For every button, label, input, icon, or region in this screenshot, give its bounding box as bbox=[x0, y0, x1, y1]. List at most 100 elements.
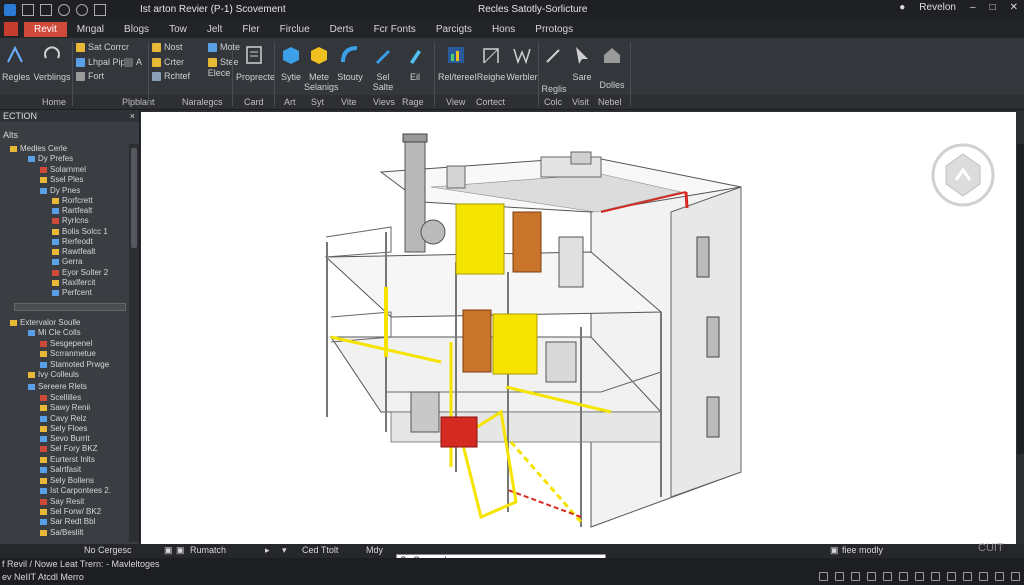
browser-tree-item[interactable]: Mi Cle Colls bbox=[28, 328, 81, 337]
panel-cortect[interactable]: Cortect bbox=[476, 97, 505, 107]
close-icon[interactable]: × bbox=[130, 111, 135, 121]
panel-card[interactable]: Card bbox=[244, 97, 264, 107]
lock-view-icon[interactable] bbox=[931, 572, 940, 581]
scale-icon[interactable] bbox=[819, 572, 828, 581]
tool-elece[interactable]: Elece bbox=[204, 68, 234, 78]
tab-derts[interactable]: Derts bbox=[320, 22, 364, 37]
formwork-lower[interactable] bbox=[492, 313, 538, 375]
tool-fort[interactable]: Fort bbox=[76, 71, 104, 81]
panel-home[interactable]: Home bbox=[42, 97, 66, 107]
panel-view[interactable]: View bbox=[446, 97, 465, 107]
browser-tree-item[interactable]: Ryrlcns bbox=[52, 216, 89, 225]
close-icon[interactable]: ✕ bbox=[1010, 2, 1018, 13]
temp-hide-icon[interactable] bbox=[947, 572, 956, 581]
tab-parcigts[interactable]: Parcigts bbox=[426, 22, 482, 37]
browser-tree-item[interactable]: Scellilles bbox=[40, 393, 81, 402]
nav-strip[interactable] bbox=[1017, 144, 1024, 454]
browser-tree-item[interactable]: Ssel Ples bbox=[40, 175, 83, 184]
browser-tree-item[interactable]: Bolis Solcc 1 bbox=[52, 227, 108, 236]
tool-reglis[interactable]: Reglis bbox=[540, 44, 568, 94]
browser-tree-item[interactable]: Sar Redt Bbl bbox=[40, 517, 95, 526]
save-icon[interactable] bbox=[40, 4, 52, 16]
browser-tree-item[interactable]: Dy Pnes bbox=[40, 186, 80, 195]
show-crop-icon[interactable] bbox=[915, 572, 924, 581]
browser-tree-item[interactable]: Sel Fory BKZ bbox=[40, 444, 98, 453]
browser-tree-item[interactable]: Say Resit bbox=[40, 497, 84, 506]
tab-tow[interactable]: Tow bbox=[159, 22, 197, 37]
tab-hons[interactable]: Hons bbox=[482, 22, 525, 37]
app-menu-icon[interactable] bbox=[4, 22, 18, 36]
tool-regles[interactable]: Regles bbox=[2, 44, 30, 82]
tool-sat-corrcr[interactable]: Sat Corrcr bbox=[76, 42, 129, 52]
browser-tree-item[interactable]: Medles Cerle bbox=[10, 144, 67, 153]
tab-jelt[interactable]: Jelt bbox=[197, 22, 233, 37]
browser-tree-item[interactable]: Sa/Beslilt bbox=[40, 528, 83, 537]
tool-proprecte[interactable]: Proprecte bbox=[236, 44, 275, 82]
print-icon[interactable] bbox=[94, 4, 106, 16]
highlight-icon[interactable] bbox=[995, 572, 1004, 581]
tool-rchtef[interactable]: Rchtef bbox=[152, 71, 190, 81]
safety-barrier-red[interactable] bbox=[440, 416, 478, 448]
browser-tree-item[interactable]: Rerfeodt bbox=[52, 237, 93, 246]
tree-filter-field[interactable] bbox=[14, 303, 126, 311]
panel-vite[interactable]: Vite bbox=[341, 97, 356, 107]
browser-tree-item[interactable]: Solarnmel bbox=[40, 165, 86, 174]
status-dropdown-icon[interactable]: ▾ bbox=[282, 545, 287, 556]
tool-werbler[interactable]: Werbler bbox=[506, 44, 538, 82]
browser-tree-item[interactable]: Raxlfercit bbox=[52, 278, 95, 287]
minimize-icon[interactable]: – bbox=[970, 2, 976, 13]
panel-art[interactable]: Art bbox=[284, 97, 296, 107]
panel-colc[interactable]: Colc bbox=[544, 97, 562, 107]
tab-prrotogs[interactable]: Prrotogs bbox=[525, 22, 583, 37]
panel-visit[interactable]: Visit bbox=[572, 97, 589, 107]
panel-syt[interactable]: Syt bbox=[311, 97, 324, 107]
status-mode[interactable]: Mdy bbox=[366, 545, 383, 555]
browser-tree-item[interactable]: Scrranmetue bbox=[40, 349, 96, 358]
browser-tree-item[interactable]: Eurterst Inlts bbox=[40, 455, 95, 464]
browser-tree-item[interactable]: Perfcent bbox=[52, 288, 92, 297]
crop-icon[interactable] bbox=[899, 572, 908, 581]
browser-tree-item[interactable]: Gerra bbox=[52, 257, 82, 266]
status-tool[interactable]: Ced Ttolt bbox=[302, 545, 338, 555]
browser-tree-item[interactable]: Sel Forw/ BK2 bbox=[40, 507, 101, 516]
filter-icon[interactable] bbox=[1011, 572, 1020, 581]
tool-stouty[interactable]: Stouty bbox=[336, 44, 364, 82]
browser-scrollbar[interactable] bbox=[129, 144, 139, 542]
browser-tree-item[interactable]: Sely Floes bbox=[40, 424, 87, 433]
browser-tree-item[interactable]: Ist Carpontees 2. bbox=[40, 486, 111, 495]
status-match[interactable]: Rumatch bbox=[190, 545, 226, 555]
visual-style-icon[interactable] bbox=[851, 572, 860, 581]
tab-fler[interactable]: Fler bbox=[232, 22, 269, 37]
panel-nebel[interactable]: Nebel bbox=[598, 97, 622, 107]
tab-firclue[interactable]: Firclue bbox=[270, 22, 320, 37]
status-arrow-icon[interactable]: ▸ bbox=[265, 545, 270, 556]
workset-icon-2[interactable]: ▣ bbox=[176, 545, 185, 556]
user-icon[interactable]: ● bbox=[899, 2, 905, 13]
open-icon[interactable] bbox=[22, 4, 34, 16]
reveal-hidden-icon[interactable] bbox=[963, 572, 972, 581]
browser-tree-item[interactable]: Ivy Colleuls bbox=[28, 370, 79, 379]
scrollbar-thumb[interactable] bbox=[131, 148, 137, 248]
redo-icon[interactable] bbox=[76, 4, 88, 16]
tool-sare[interactable]: Sare bbox=[570, 44, 594, 82]
browser-tree-item[interactable]: Extervalor Soulle bbox=[10, 318, 80, 327]
browser-tree-item[interactable]: Sawy Renii bbox=[40, 403, 90, 412]
tool-verblings[interactable]: Verblings bbox=[33, 44, 71, 82]
panel-rage[interactable]: Rage bbox=[402, 97, 424, 107]
tool-lhpal-pipc[interactable]: Lhpal Pipc bbox=[76, 57, 130, 67]
panel-naralegcs[interactable]: Naralegcs bbox=[182, 97, 223, 107]
tool-reighe[interactable]: Reighe bbox=[476, 44, 506, 82]
tool-sel-salte[interactable]: Sel Salte bbox=[366, 44, 400, 92]
view-cube-icon[interactable] bbox=[928, 140, 998, 210]
tool-rel-tereel[interactable]: Rel/tereel bbox=[438, 44, 477, 82]
tool-dolles[interactable]: Dolles bbox=[596, 44, 628, 90]
small-number-field[interactable]: A bbox=[124, 57, 142, 67]
maximize-icon[interactable]: □ bbox=[990, 2, 996, 13]
browser-tree-item[interactable]: Stamoted Prwge bbox=[40, 360, 109, 369]
undo-icon[interactable] bbox=[58, 4, 70, 16]
3d-viewport[interactable] bbox=[141, 112, 1016, 544]
panel-plpblant[interactable]: Plpblant bbox=[122, 97, 155, 107]
tab-blogs[interactable]: Blogs bbox=[114, 22, 159, 37]
panel-vievs[interactable]: Vievs bbox=[373, 97, 395, 107]
tab-revit[interactable]: Revit bbox=[24, 21, 67, 37]
